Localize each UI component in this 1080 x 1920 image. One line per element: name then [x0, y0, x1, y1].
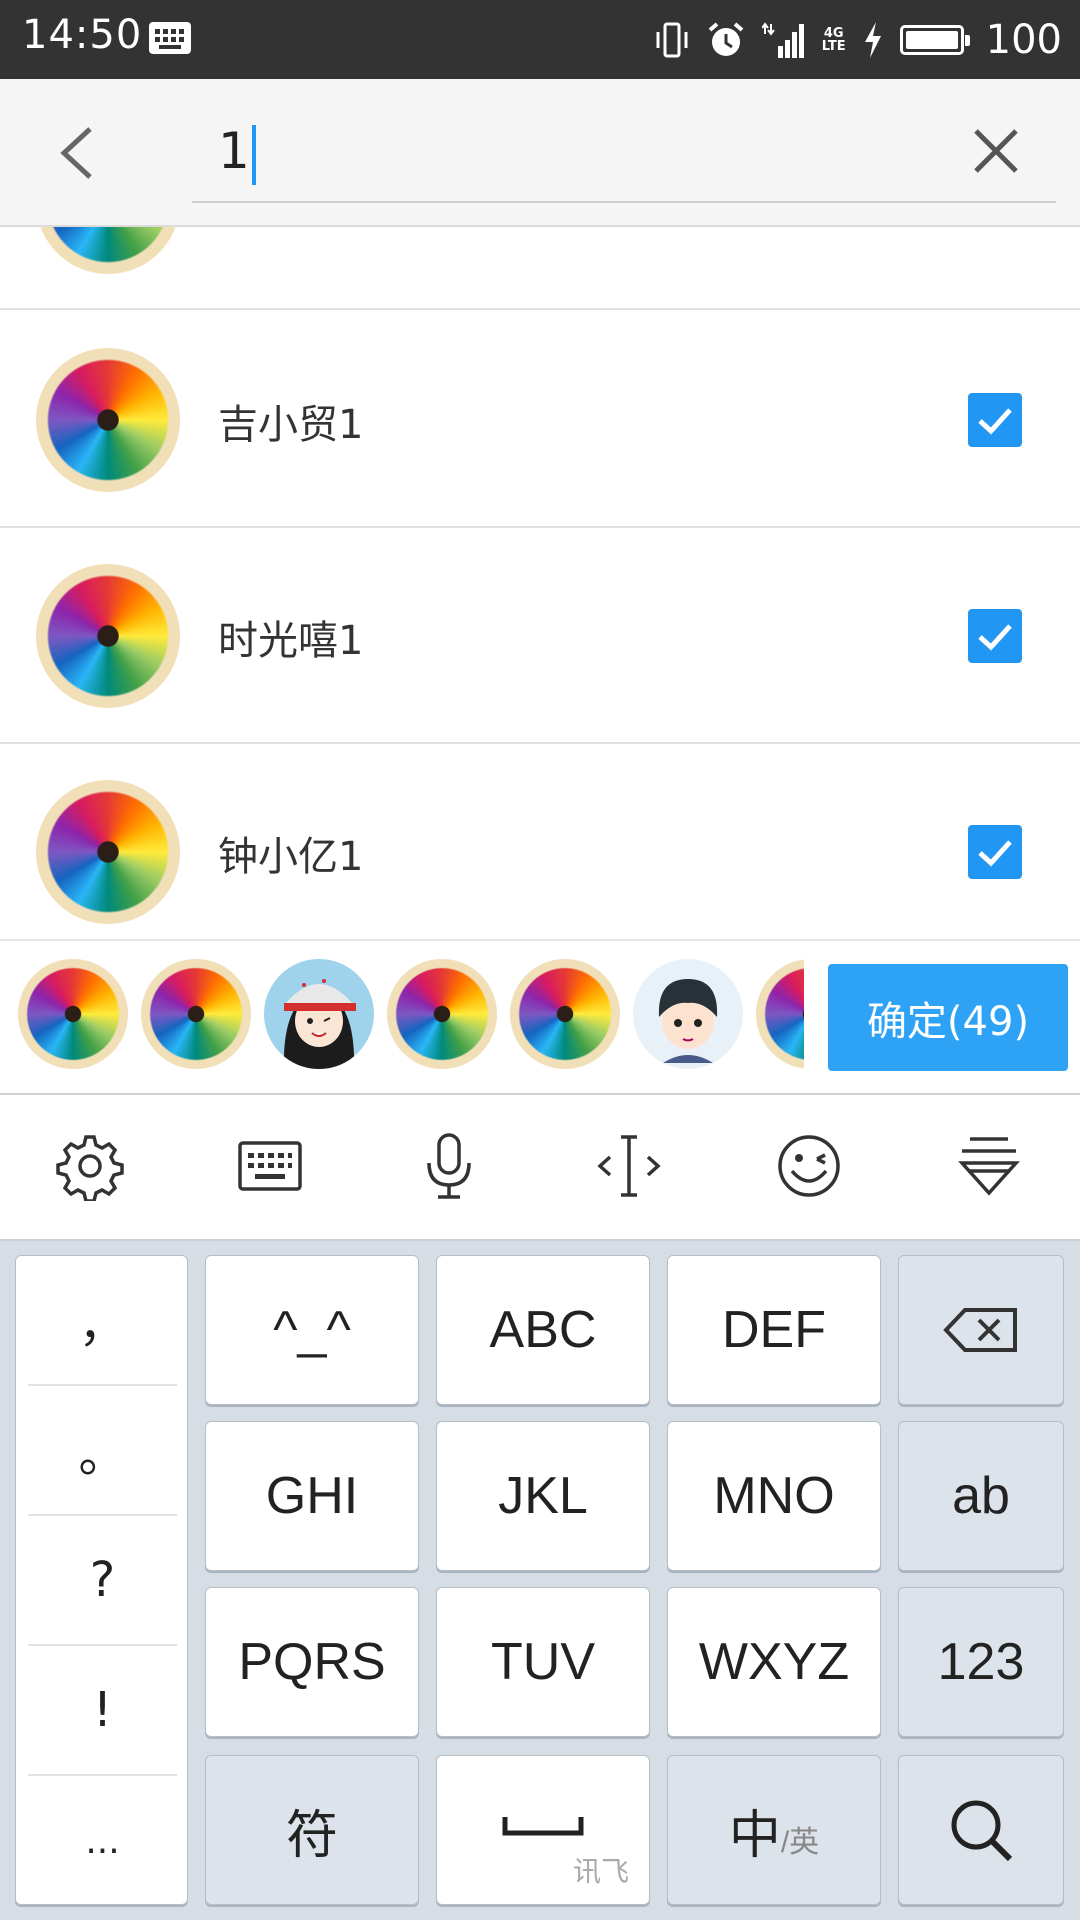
- key-123[interactable]: 123: [898, 1587, 1064, 1737]
- key-ab[interactable]: ab: [898, 1421, 1064, 1571]
- key-question[interactable]: ?: [28, 1516, 177, 1646]
- selected-avatar[interactable]: [510, 959, 620, 1069]
- alarm-icon: [708, 21, 744, 56]
- list-item[interactable]: 吉小贸1: [0, 312, 1080, 528]
- backspace-key[interactable]: [898, 1255, 1064, 1405]
- battery-icon: [899, 24, 970, 55]
- list-item[interactable]: [0, 227, 1080, 310]
- cartoon-boy-avatar: [658, 979, 718, 1063]
- check-icon: [978, 408, 1012, 435]
- checkbox[interactable]: [968, 393, 1022, 447]
- backspace-icon: [943, 1308, 1017, 1352]
- status-bar: 14:50 4G LTE 100: [0, 0, 1080, 79]
- status-icons: 4G LTE 100: [654, 0, 1062, 79]
- cartoon-girl-avatar: [283, 979, 356, 1069]
- cursor-move-icon[interactable]: [594, 1131, 664, 1201]
- search-input[interactable]: 1: [192, 99, 1056, 203]
- keyboard-notification-icon: [149, 22, 191, 54]
- contact-name: 钟小亿1: [218, 834, 364, 880]
- search-input-value: 1: [218, 122, 250, 180]
- selected-avatar: [756, 959, 804, 1069]
- check-icon: [978, 840, 1012, 867]
- key-jkl[interactable]: JKL: [436, 1421, 650, 1571]
- selected-avatar[interactable]: [141, 959, 251, 1069]
- space-icon: [502, 1817, 584, 1836]
- charging-icon: [864, 21, 881, 58]
- space-brand-label: 讯飞: [572, 1856, 629, 1887]
- key-emoticon[interactable]: ^_^: [205, 1255, 419, 1405]
- lang-sub-label: /英: [780, 1826, 820, 1859]
- selected-contacts-bar: 确定(49): [0, 939, 1080, 1095]
- avatar: [36, 227, 180, 274]
- vibrate-icon: [656, 22, 688, 57]
- collapse-keyboard-icon[interactable]: [954, 1131, 1024, 1201]
- lang-main-label: 中: [728, 1806, 781, 1865]
- punctuation-column[interactable]: ， 。 ? ! ...: [15, 1255, 188, 1905]
- selected-avatar-partial[interactable]: [756, 959, 804, 1069]
- search-header: 1: [0, 79, 1080, 227]
- key-tuv[interactable]: TUV: [436, 1587, 650, 1737]
- selected-avatar[interactable]: [387, 959, 497, 1069]
- key-wxyz[interactable]: WXYZ: [667, 1587, 881, 1737]
- check-icon: [978, 624, 1012, 651]
- list-item[interactable]: 钟小亿1: [0, 744, 1080, 939]
- back-icon[interactable]: [50, 115, 110, 191]
- search-key[interactable]: [898, 1755, 1064, 1905]
- confirm-button[interactable]: 确定(49): [828, 964, 1068, 1071]
- keyboard-icon[interactable]: [235, 1131, 305, 1201]
- space-key[interactable]: 讯飞: [436, 1755, 650, 1905]
- network-type: 4G LTE: [821, 25, 846, 54]
- key-period[interactable]: 。: [28, 1386, 177, 1516]
- language-toggle-key[interactable]: 中/英: [667, 1755, 881, 1905]
- key-pqrs[interactable]: PQRS: [205, 1587, 419, 1737]
- key-comma[interactable]: ，: [28, 1256, 177, 1386]
- search-icon: [951, 1800, 1013, 1862]
- emoji-icon[interactable]: [774, 1131, 844, 1201]
- contact-name: 时光嘻1: [218, 618, 364, 664]
- selected-avatar[interactable]: [18, 959, 128, 1069]
- key-ghi[interactable]: GHI: [205, 1421, 419, 1571]
- avatar: [36, 780, 180, 924]
- contact-name: 吉小贸1: [218, 402, 364, 448]
- avatar: [36, 564, 180, 708]
- battery-level: 100: [985, 16, 1062, 63]
- contact-list[interactable]: 吉小贸1 时光嘻1 钟小亿1: [0, 227, 1080, 939]
- selected-avatar[interactable]: [633, 959, 743, 1069]
- t9-keyboard: ， 。 ? ! ... ^_^ ABC DEF GHI JKL MNO ab P…: [0, 1241, 1080, 1920]
- microphone-icon[interactable]: [414, 1131, 484, 1201]
- key-symbol[interactable]: 符: [205, 1755, 419, 1905]
- signal-icon: [761, 21, 804, 58]
- list-item[interactable]: 时光嘻1: [0, 528, 1080, 744]
- status-time: 14:50: [22, 12, 143, 58]
- clear-icon[interactable]: [968, 123, 1024, 179]
- keyboard-toolbar: [0, 1095, 1080, 1241]
- key-ellipsis[interactable]: ...: [28, 1776, 177, 1906]
- text-cursor: [251, 124, 256, 185]
- checkbox[interactable]: [968, 609, 1022, 663]
- settings-icon[interactable]: [55, 1131, 125, 1201]
- key-def[interactable]: DEF: [667, 1255, 881, 1405]
- avatar: [36, 348, 180, 492]
- selected-avatar[interactable]: [264, 959, 374, 1069]
- key-mno[interactable]: MNO: [667, 1421, 881, 1571]
- key-abc[interactable]: ABC: [436, 1255, 650, 1405]
- checkbox[interactable]: [968, 825, 1022, 879]
- key-exclamation[interactable]: !: [28, 1646, 177, 1776]
